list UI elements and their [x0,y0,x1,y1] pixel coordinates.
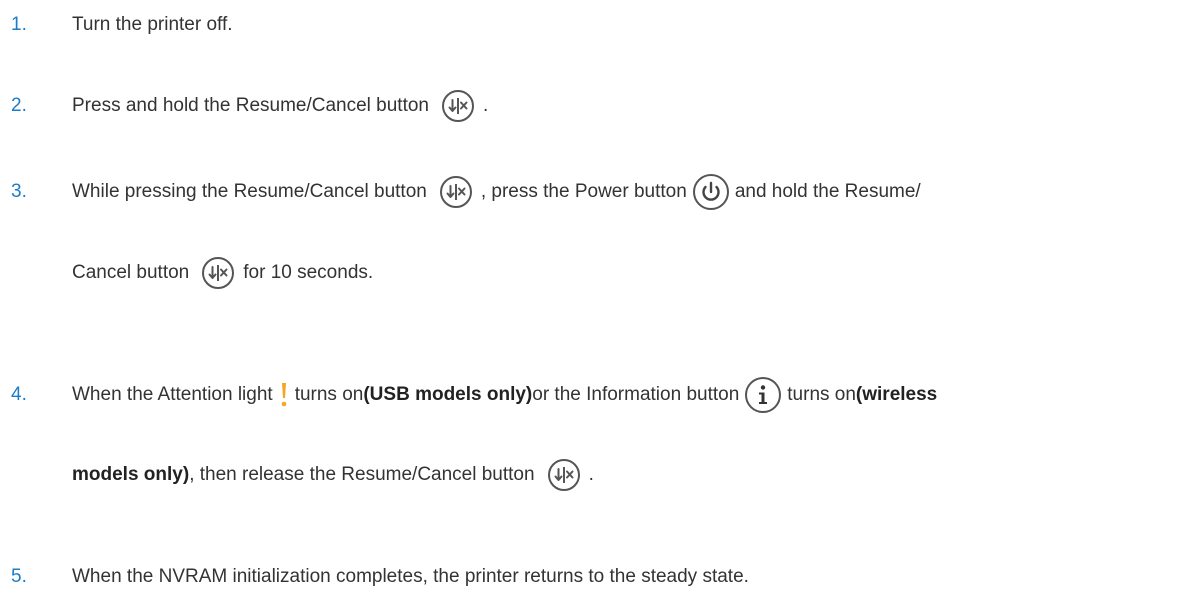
step-line: Cancel button for 10 seconds. [72,253,373,293]
step-text: . [588,464,594,485]
step-text: or the Information button [532,384,740,405]
step-text: Turn the printer off. [72,14,233,35]
power-icon [692,173,730,211]
step-number: 2. [11,95,27,116]
resume-cancel-icon [441,89,475,123]
resume-cancel-icon [547,458,581,492]
step-text: turns on [787,384,856,405]
step-text: When the NVRAM initialization completes,… [72,566,749,587]
attention-light-icon [278,380,290,410]
step-number: 5. [11,566,27,587]
step-line: models only), then release the Resume/Ca… [72,455,594,495]
resume-cancel-icon [201,256,235,290]
step-text: . [483,95,489,116]
step-number: 4. [11,384,27,405]
step-text: Press and hold the Resume/Cancel button [72,95,429,116]
step-text: Cancel button [72,262,190,283]
step-line: Turn the printer off. [72,5,233,45]
step-line: While pressing the Resume/Cancel button,… [72,172,921,212]
emphasis-text: models only) [72,464,190,485]
step-line: When the Attention light turns on (USB mo… [72,375,937,415]
step-text: , then release the Resume/Cancel button [189,464,535,485]
step-number: 3. [11,181,27,202]
emphasis-text: (wireless [855,384,938,405]
step-number: 1. [11,14,27,35]
step-text: and hold the Resume/ [734,181,921,202]
step-line: When the NVRAM initialization completes,… [72,557,749,597]
resume-cancel-icon [439,175,473,209]
step-text: for 10 seconds. [243,262,374,283]
step-text: When the Attention light [72,384,273,405]
emphasis-text: (USB models only) [363,384,533,405]
step-line: Press and hold the Resume/Cancel button. [72,86,488,126]
step-text: While pressing the Resume/Cancel button [72,181,427,202]
step-text: , press the Power button [480,181,687,202]
information-icon [744,376,782,414]
step-text: turns on [294,384,364,405]
